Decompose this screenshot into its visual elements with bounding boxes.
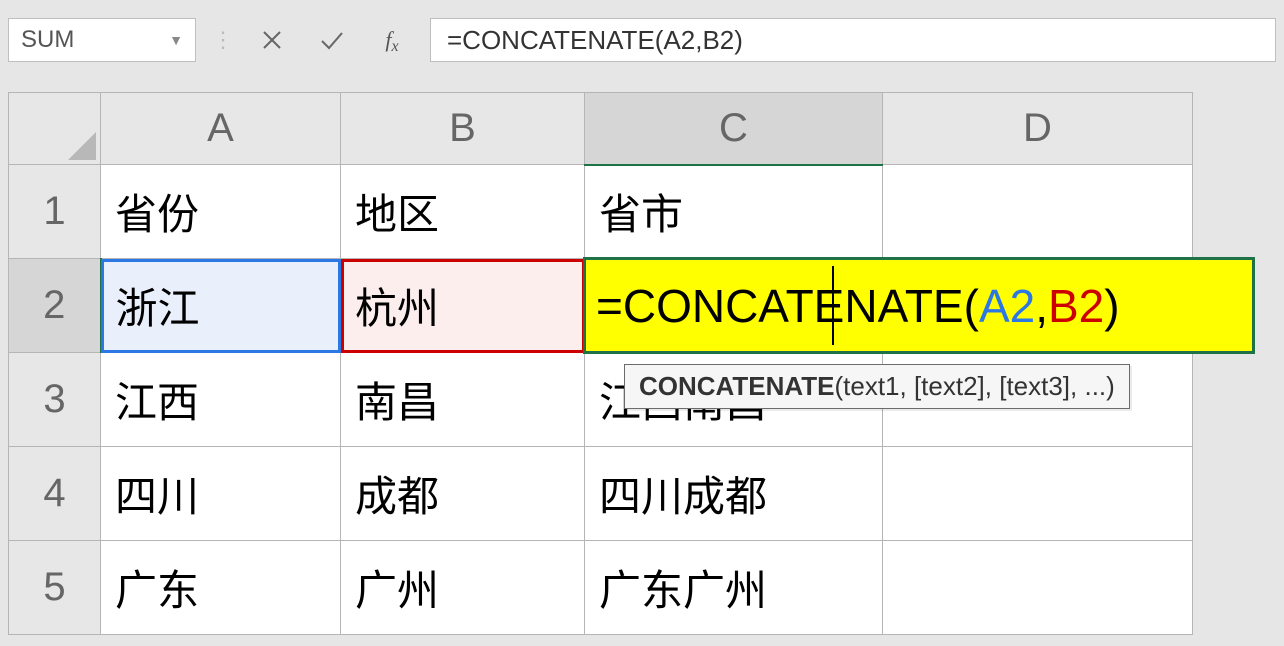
cell-d1[interactable] (883, 165, 1193, 259)
tooltip-function-name: CONCATENATE (639, 371, 834, 401)
name-box-value: SUM (21, 26, 74, 54)
cell-b3[interactable]: 南昌 (341, 353, 585, 447)
row-header-4[interactable]: 4 (9, 447, 101, 541)
column-header-b[interactable]: B (341, 93, 585, 165)
cell-c5[interactable]: 广东广州 (585, 541, 883, 635)
sheet-area: A B C D 1 省份 地区 省市 2 浙江 杭州 =CONCATENATE(… (0, 84, 1284, 646)
row-header-5[interactable]: 5 (9, 541, 101, 635)
cell-a2[interactable]: 浙江 (101, 259, 341, 353)
row-header-1[interactable]: 1 (9, 165, 101, 259)
formula-ref-a2: A2 (979, 279, 1035, 333)
cell-c4[interactable]: 四川成都 (585, 447, 883, 541)
name-box[interactable]: SUM ▼ (8, 18, 196, 62)
column-header-c[interactable]: C (585, 93, 883, 165)
check-icon (319, 29, 345, 51)
function-tooltip: CONCATENATE(text1, [text2], [text3], ...… (624, 364, 1130, 409)
tooltip-args: (text1, [text2], [text3], ...) (834, 371, 1114, 401)
chevron-down-icon[interactable]: ▼ (169, 32, 183, 48)
enter-button[interactable] (310, 18, 354, 62)
column-header-a[interactable]: A (101, 93, 341, 165)
formula-comma: , (1035, 279, 1048, 333)
row-header-2[interactable]: 2 (9, 259, 101, 353)
cell-c1[interactable]: 省市 (585, 165, 883, 259)
formula-input[interactable]: =CONCATENATE(A2,B2) (430, 18, 1276, 62)
cell-d4[interactable] (883, 447, 1193, 541)
formula-text: =CONCATENATE(A2,B2) (447, 25, 743, 56)
select-all-corner[interactable] (9, 93, 101, 165)
cell-a3[interactable]: 江西 (101, 353, 341, 447)
cell-b5[interactable]: 广州 (341, 541, 585, 635)
cell-a5[interactable]: 广东 (101, 541, 341, 635)
divider: ⋮ (212, 27, 234, 53)
column-header-d[interactable]: D (883, 93, 1193, 165)
formula-bar: SUM ▼ ⋮ fx =CONCATENATE(A2,B2) (0, 0, 1284, 84)
cell-c2[interactable]: =CONCATENATE(A2,B2) (585, 259, 883, 353)
close-icon (261, 29, 283, 51)
text-cursor (832, 266, 834, 345)
formula-suffix: ) (1104, 279, 1119, 333)
formula-ref-b2: B2 (1048, 279, 1104, 333)
row-header-3[interactable]: 3 (9, 353, 101, 447)
cell-d5[interactable] (883, 541, 1193, 635)
cell-a4[interactable]: 四川 (101, 447, 341, 541)
cell-b2[interactable]: 杭州 (341, 259, 585, 353)
triangle-icon (68, 132, 96, 160)
cancel-button[interactable] (250, 18, 294, 62)
insert-function-button[interactable]: fx (370, 18, 414, 62)
cell-editor[interactable]: =CONCATENATE(A2,B2) (583, 257, 1255, 354)
fx-icon: fx (385, 27, 398, 53)
formula-prefix: =CONCATENATE( (596, 279, 979, 333)
cell-a1[interactable]: 省份 (101, 165, 341, 259)
cell-b1[interactable]: 地区 (341, 165, 585, 259)
cell-b4[interactable]: 成都 (341, 447, 585, 541)
